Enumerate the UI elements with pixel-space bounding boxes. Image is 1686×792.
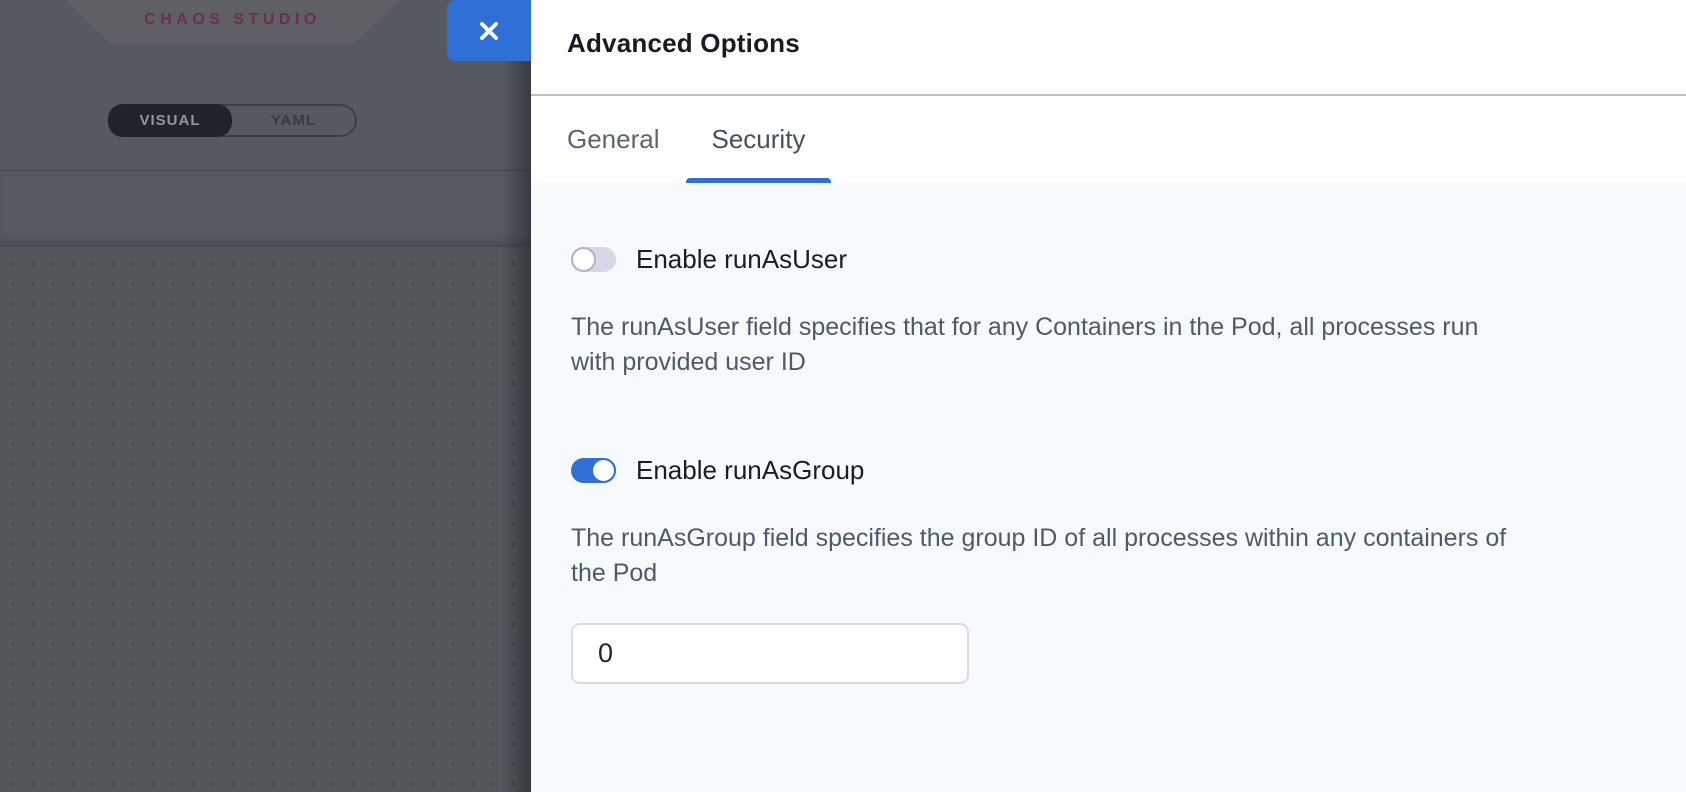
mode-visual-button[interactable]: VISUAL [108, 104, 232, 137]
tab-security[interactable]: Security [686, 96, 832, 183]
run-as-group-row: Enable runAsGroup [571, 458, 1646, 483]
toggle-knob [591, 458, 616, 483]
run-as-user-row: Enable runAsUser [571, 247, 1646, 272]
run-as-user-toggle[interactable] [571, 247, 616, 272]
group-id-input[interactable] [571, 623, 969, 684]
visual-yaml-toggle[interactable]: VISUAL YAML [108, 104, 357, 137]
brand-title: CHAOS STUDIO [144, 11, 321, 33]
close-icon [476, 18, 502, 44]
toggle-knob [571, 247, 596, 272]
brand-banner: CHAOS STUDIO [65, 0, 400, 43]
run-as-group-description: The runAsGroup field specifies the group… [571, 521, 1521, 591]
run-as-group-label: Enable runAsGroup [636, 455, 864, 486]
advanced-options-drawer: Advanced Options General Security Enable… [531, 0, 1686, 792]
run-as-group-toggle[interactable] [571, 458, 616, 483]
backdrop-toolbar [0, 172, 531, 247]
close-drawer-button[interactable] [447, 0, 531, 61]
drawer-tabbar: General Security [541, 96, 831, 183]
security-tab-content: Enable runAsUser The runAsUser field spe… [531, 183, 1686, 792]
chaos-studio-backdrop: CHAOS STUDIO VISUAL YAML [0, 0, 531, 792]
run-as-user-description: The runAsUser field specifies that for a… [571, 310, 1521, 380]
mode-yaml-button[interactable]: YAML [232, 106, 355, 135]
run-as-user-label: Enable runAsUser [636, 244, 847, 275]
workflow-canvas [0, 247, 531, 792]
tab-general[interactable]: General [541, 96, 686, 183]
drawer-title: Advanced Options [567, 28, 800, 59]
